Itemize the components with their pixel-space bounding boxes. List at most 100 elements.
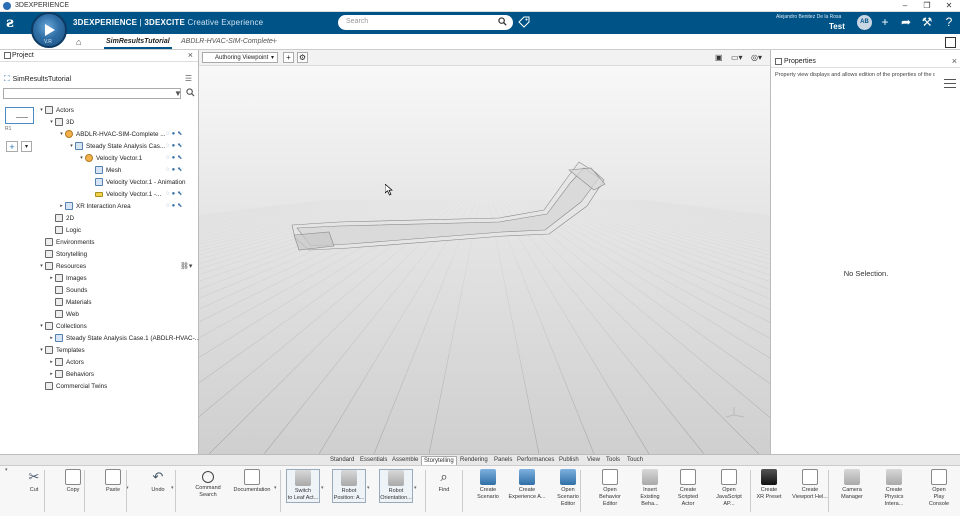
command-create-experience-a[interactable]: Create Experience A... bbox=[507, 469, 547, 501]
tools-icon[interactable]: ⚒ bbox=[920, 15, 934, 29]
tree-item[interactable]: Environments bbox=[38, 236, 95, 248]
tree-toggle-icon[interactable]: ▾ bbox=[38, 347, 45, 353]
compass-button[interactable]: V.R bbox=[31, 12, 67, 48]
tree-item[interactable]: ▸ Steady State Analysis Case.1 (ABDLR-HVA… bbox=[48, 332, 200, 344]
command-create-viewport-hel[interactable]: Create Viewport Hel... bbox=[792, 469, 828, 501]
tree-item[interactable]: ▸ Actors bbox=[48, 356, 84, 368]
tree-item[interactable]: 2D bbox=[48, 212, 74, 224]
tree-item[interactable]: Velocity Vector.1 - Animation bbox=[88, 176, 185, 188]
chevron-down-icon[interactable]: ▾ bbox=[321, 485, 324, 491]
tree-item[interactable]: Sounds bbox=[48, 284, 87, 296]
tenant-selector[interactable]: Test bbox=[829, 22, 845, 31]
camera-icon[interactable]: ▣ bbox=[715, 53, 723, 62]
ribbon-collapse-icon[interactable]: ▾ bbox=[5, 467, 8, 473]
ribbon-tab-performances[interactable]: Performances bbox=[515, 456, 556, 465]
tree-item-actions[interactable]: ◌●⬉ bbox=[166, 130, 184, 137]
display-mode-icon[interactable]: ▭▾ bbox=[731, 53, 743, 62]
command-create-xr-preset[interactable]: Create XR Preset bbox=[755, 469, 783, 501]
panel-settings-icon[interactable]: ☰ bbox=[185, 74, 192, 83]
project-root[interactable]: ⛶ SimResultsTutorial bbox=[4, 74, 71, 84]
command-open-javascript-ap[interactable]: Open JavaScript AP... bbox=[712, 469, 746, 508]
tab-abdlr-hvac[interactable]: ABDLR-HVAC-SIM-Complete bbox=[181, 38, 273, 45]
ribbon-tab-panels[interactable]: Panels bbox=[492, 456, 514, 465]
chevron-down-icon[interactable]: ▾ bbox=[414, 485, 417, 491]
tree-item-actions[interactable]: ◌●⬉ bbox=[166, 154, 184, 161]
command-create-scenario[interactable]: Create Scenario bbox=[474, 469, 502, 501]
close-button[interactable]: ✕ bbox=[938, 0, 960, 12]
chevron-down-icon[interactable]: ▾ bbox=[367, 485, 370, 491]
command-open-behavior-editor[interactable]: Open Behavior Editor bbox=[592, 469, 628, 508]
ribbon-tab-tools[interactable]: Tools bbox=[604, 456, 622, 465]
add-actor-dropdown[interactable]: ▾ bbox=[21, 141, 32, 152]
command-paste[interactable]: Paste bbox=[101, 469, 125, 494]
command-cut[interactable]: ✂ Cut bbox=[22, 469, 46, 494]
tree-toggle-icon[interactable]: ▾ bbox=[58, 131, 65, 137]
tree-item[interactable]: ▸ Behaviors bbox=[48, 368, 94, 380]
tree-toggle-icon[interactable]: ▾ bbox=[38, 323, 45, 329]
command-find[interactable]: ⌕ Find bbox=[432, 469, 456, 494]
ribbon-tab-publish[interactable]: Publish bbox=[557, 456, 581, 465]
filter-icon[interactable]: ▼ bbox=[174, 89, 182, 98]
command-switch-to-leaf-act[interactable]: Switch to Leaf Act... bbox=[286, 469, 320, 503]
ribbon-tab-essentials[interactable]: Essentials bbox=[358, 456, 389, 465]
command-create-physics-intera[interactable]: Create Physics Intera... bbox=[876, 469, 912, 508]
pick-icon[interactable]: ⬉ bbox=[177, 167, 184, 173]
tree-search-icon[interactable] bbox=[186, 88, 195, 97]
tag-icon[interactable] bbox=[518, 16, 530, 28]
tree-item-actions[interactable]: ◌●⬉ bbox=[166, 166, 184, 173]
tab-simresultstutorial[interactable]: SimResultsTutorial bbox=[104, 38, 172, 49]
add-icon[interactable]: + bbox=[878, 15, 892, 29]
search-icon[interactable] bbox=[498, 17, 507, 26]
add-viewpoint-button[interactable]: + bbox=[283, 52, 294, 63]
tree-item-actions[interactable]: ◌●⬉ bbox=[166, 202, 184, 209]
command-command-search[interactable]: Command Search bbox=[195, 469, 221, 499]
tree-toggle-icon[interactable]: ▾ bbox=[48, 119, 55, 125]
pick-icon[interactable]: ⬉ bbox=[177, 155, 184, 161]
tree-item[interactable]: Mesh bbox=[88, 164, 121, 176]
command-copy[interactable]: Copy bbox=[61, 469, 85, 494]
command-camera-manager[interactable]: Camera Manager bbox=[838, 469, 866, 501]
pick-icon[interactable]: ⬉ bbox=[177, 203, 184, 209]
tree-toggle-icon[interactable]: ▸ bbox=[48, 335, 55, 341]
tree-toggle-icon[interactable]: ▾ bbox=[68, 143, 75, 149]
tree-toggle-icon[interactable]: ▾ bbox=[78, 155, 85, 161]
tree-toggle-icon[interactable]: ▸ bbox=[58, 203, 65, 209]
tree-item-actions[interactable]: ◌●⬉ bbox=[166, 142, 184, 149]
close-properties-icon[interactable]: × bbox=[952, 56, 957, 66]
tree-item[interactable]: Materials bbox=[48, 296, 92, 308]
add-actor-button[interactable]: + bbox=[6, 141, 18, 152]
command-open-play-console[interactable]: Open Play Console bbox=[923, 469, 955, 508]
tree-item[interactable]: Logic bbox=[48, 224, 81, 236]
tree-item[interactable]: ▸ Images bbox=[48, 272, 87, 284]
hvac-duct-model[interactable] bbox=[199, 50, 770, 454]
tree-item[interactable]: ▾ Templates bbox=[38, 344, 85, 356]
command-robot-orientation[interactable]: Robot Orientation... bbox=[379, 469, 413, 503]
minimize-button[interactable]: – bbox=[894, 0, 916, 12]
tree-item[interactable]: ▾ 3D bbox=[48, 116, 74, 128]
tree-toggle-icon[interactable]: ▸ bbox=[48, 371, 55, 377]
tree-item[interactable]: ▸ XR Interaction Area bbox=[58, 200, 131, 212]
command-insert-existing-beha[interactable]: Insert Existing Beha... bbox=[633, 469, 667, 508]
command-create-scripted-actor[interactable]: Create Scripted Actor bbox=[671, 469, 705, 508]
home-icon[interactable]: ⌂ bbox=[76, 37, 81, 47]
ribbon-tab-touch[interactable]: Touch bbox=[625, 456, 645, 465]
tree-item[interactable]: Commercial Twins bbox=[38, 380, 107, 392]
tree-item[interactable]: ▾ Actors bbox=[38, 104, 74, 116]
ribbon-tab-rendering[interactable]: Rendering bbox=[458, 456, 490, 465]
tree-item-actions[interactable]: ◌●⬉ bbox=[166, 190, 184, 197]
tree-item[interactable]: ▾ Velocity Vector.1 bbox=[78, 152, 142, 164]
tree-toggle-icon[interactable]: ▾ bbox=[38, 107, 45, 113]
ribbon-tab-storytelling[interactable]: Storytelling bbox=[421, 456, 457, 465]
fullscreen-icon[interactable] bbox=[945, 37, 956, 48]
chevron-down-icon[interactable]: ▾ bbox=[274, 485, 277, 491]
ribbon-tab-view[interactable]: View bbox=[585, 456, 602, 465]
maximize-button[interactable]: ❐ bbox=[916, 0, 938, 12]
tree-item[interactable]: ▾ ABDLR-HVAC-SIM-Complete ... bbox=[58, 128, 165, 140]
properties-menu-icon[interactable] bbox=[944, 76, 956, 90]
pick-icon[interactable]: ⬉ bbox=[177, 131, 184, 137]
render-mode-icon[interactable]: ◎▾ bbox=[751, 53, 762, 62]
chevron-down-icon[interactable]: ▾ bbox=[171, 485, 174, 491]
tree-filter-input[interactable] bbox=[3, 88, 181, 99]
tree-toggle-icon[interactable]: ▸ bbox=[48, 359, 55, 365]
tree-item[interactable]: ▾ Steady State Analysis Cas... bbox=[68, 140, 165, 152]
